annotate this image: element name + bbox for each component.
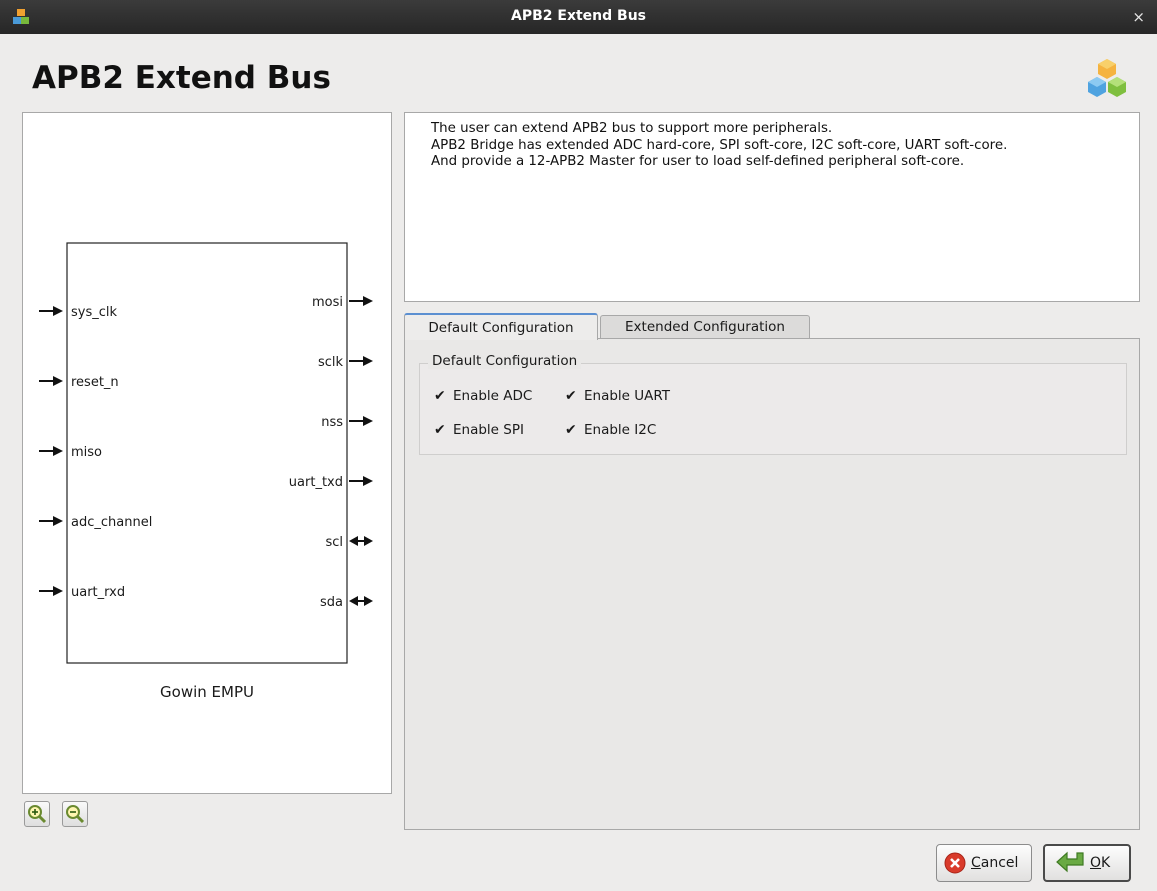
enter-arrow-icon [1056,851,1084,873]
input-pin-reset_n-arrow [53,376,63,386]
enable-spi-checkbox[interactable]: ✔ Enable SPI [434,422,524,438]
cancel-button[interactable]: Cancel [936,844,1032,882]
input-pin-label: adc_channel [71,515,152,530]
ok-button[interactable]: OK [1043,844,1131,882]
check-icon: ✔ [434,387,446,404]
enable-i2c-checkbox[interactable]: ✔ Enable I2C [565,422,656,438]
output-pin-sda-arrow-left [349,596,358,606]
symbol-diagram: Gowin EMPUsys_clkreset_nmisoadc_channelu… [39,242,373,701]
input-pin-label: uart_rxd [71,585,125,600]
zoom-in-icon [28,805,47,824]
input-pin-uart_rxd-arrow [53,586,63,596]
input-pin-label: sys_clk [71,305,117,320]
input-pin-miso-arrow [53,446,63,456]
output-pin-label: sda [320,595,343,610]
input-pin-label: miso [71,445,102,460]
zoom-out-button[interactable] [62,801,88,827]
cancel-mnemonic: C [971,855,981,871]
module-label: Gowin EMPU [160,683,254,701]
ok-mnemonic: O [1090,855,1102,871]
output-pin-mosi-arrow [363,296,373,306]
tab-panel-default-configuration: Default Configuration ✔ Enable ADC ✔ Ena… [404,338,1140,830]
description-line: APB2 Bridge has extended ADC hard-core, … [431,137,1008,153]
enable-adc-checkbox[interactable]: ✔ Enable ADC [434,388,532,404]
symbol-preview-panel: Gowin EMPU sys_clk reset_n miso adc_channel u… [22,112,392,794]
output-pin-nss-arrow [363,416,373,426]
zoom-out-icon [66,805,85,824]
checkbox-label: Enable I2C [584,422,657,438]
check-icon: ✔ [565,387,577,404]
output-pin-label: mosi [312,295,343,310]
output-pin-uart_txd-arrow [363,476,373,486]
enable-uart-checkbox[interactable]: ✔ Enable UART [565,388,670,404]
checkbox-label: Enable UART [584,388,671,404]
check-icon: ✔ [565,421,577,438]
description-box: The user can extend APB2 bus to support … [404,112,1140,302]
check-icon: ✔ [434,421,446,438]
cubes-icon [1088,59,1126,97]
title-bar: APB2 Extend Bus × [0,0,1157,34]
page-title: APB2 Extend Bus [32,60,331,96]
input-pin-label: reset_n [71,375,119,390]
cancel-label: ancel [980,855,1019,871]
output-pin-scl-arrow-left [349,536,358,546]
output-pin-sda-arrow-right [364,596,373,606]
close-icon[interactable]: × [1132,8,1145,26]
ok-label: K [1101,855,1111,871]
tab-extended-configuration[interactable]: Extended Configuration [600,315,810,339]
input-pin-adc_channel-arrow [53,516,63,526]
description-line: The user can extend APB2 bus to support … [431,121,833,136]
output-pin-label: scl [325,535,343,550]
tab-default-configuration[interactable]: Default Configuration [404,313,598,340]
default-configuration-group: Default Configuration ✔ Enable ADC ✔ Ena… [419,353,1127,455]
window-title: APB2 Extend Bus [511,8,646,24]
checkbox-label: Enable ADC [453,388,533,404]
input-pin-sys_clk-arrow [53,306,63,316]
dialog-window: APB2 Extend Bus × APB2 Extend Bus Gowin … [0,0,1157,891]
output-pin-scl-arrow-right [364,536,373,546]
zoom-in-button[interactable] [24,801,50,827]
description-line: And provide a 12-APB2 Master for user to… [431,154,965,169]
output-pin-sclk-arrow [363,356,373,366]
cancel-x-icon [944,852,966,874]
output-pin-label: uart_txd [289,475,343,490]
output-pin-label: sclk [318,355,344,370]
checkbox-label: Enable SPI [453,422,524,438]
output-pin-label: nss [321,415,343,430]
group-title: Default Configuration [428,353,582,369]
